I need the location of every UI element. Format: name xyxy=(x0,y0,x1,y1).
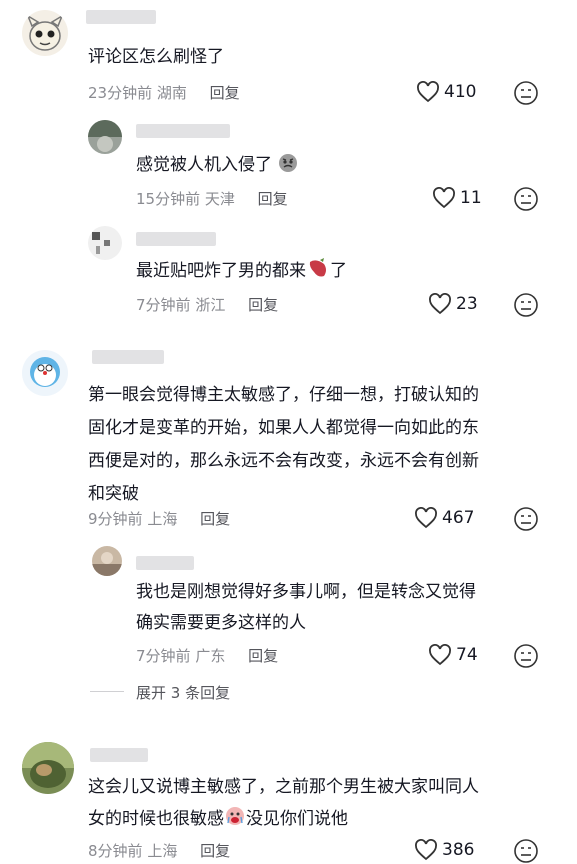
comment-meta: 23分钟前 湖南 回复 xyxy=(88,82,240,103)
crying-face-emoji-icon xyxy=(226,807,244,825)
like-count: 23 xyxy=(456,294,478,314)
comment-time: 8分钟前 xyxy=(88,842,143,860)
expand-replies-button[interactable]: 展开 3 条回复 xyxy=(136,682,230,703)
sweet-potato-emoji-icon xyxy=(309,258,326,277)
comment-location: 湖南 xyxy=(156,84,187,102)
like-count: 386 xyxy=(442,840,475,860)
dislike-face-icon[interactable] xyxy=(513,838,539,864)
comment-text: 评论区怎么刷怪了 xyxy=(88,47,224,67)
heart-outline-icon xyxy=(433,187,455,209)
reply-text: 感觉被人机入侵了 xyxy=(136,150,299,181)
reply-text-line: 确实需要更多这样的人 xyxy=(136,613,306,633)
avatar[interactable] xyxy=(22,742,74,794)
reply-time: 7分钟前 xyxy=(136,296,191,314)
reply-location: 浙江 xyxy=(195,296,226,314)
reply-meta: 7分钟前 广东 回复 xyxy=(136,645,278,666)
reply-button[interactable]: 回复 xyxy=(200,510,230,528)
comment-text-line: 固化才是变革的开始，如果人人都觉得一向如此的东 xyxy=(88,418,479,438)
reply-time: 7分钟前 xyxy=(136,647,191,665)
dislike-face-icon[interactable] xyxy=(513,643,539,669)
reply-meta: 7分钟前 浙江 回复 xyxy=(136,294,278,315)
like-button[interactable]: 23 xyxy=(428,293,478,315)
reply-button[interactable]: 回复 xyxy=(258,190,288,208)
avatar[interactable] xyxy=(22,10,68,56)
reply-text-line: 我也是刚想觉得好多事儿啊，但是转念又觉得 xyxy=(136,582,476,602)
comment-text-line: 和突破 xyxy=(88,484,139,504)
blurred-username[interactable] xyxy=(90,748,148,762)
blurred-username[interactable] xyxy=(136,232,216,246)
like-count: 11 xyxy=(460,188,482,208)
comment-text-line: 女的时候也很敏感 没见你们说他 xyxy=(88,804,348,835)
reply-location: 广东 xyxy=(195,647,226,665)
like-button[interactable]: 386 xyxy=(414,839,474,861)
avatar[interactable] xyxy=(22,350,68,396)
dislike-face-icon[interactable] xyxy=(513,186,539,212)
blurred-username[interactable] xyxy=(86,10,156,24)
comment-time: 23分钟前 xyxy=(88,84,153,102)
reply-button[interactable]: 回复 xyxy=(200,842,230,860)
avatar[interactable] xyxy=(88,120,122,154)
reply-text: 最近贴吧炸了男的都来了 xyxy=(136,256,347,287)
heart-outline-icon xyxy=(417,81,439,103)
reply-button[interactable]: 回复 xyxy=(210,84,240,102)
like-count: 410 xyxy=(444,82,477,102)
like-button[interactable]: 11 xyxy=(432,187,482,209)
reply-meta: 15分钟前 天津 回复 xyxy=(136,188,288,209)
heart-outline-icon xyxy=(415,507,437,529)
comment-location: 上海 xyxy=(147,842,178,860)
like-count: 467 xyxy=(442,508,475,528)
comment-meta: 8分钟前 上海 回复 xyxy=(88,840,230,861)
dislike-face-icon[interactable] xyxy=(513,292,539,318)
heart-outline-icon xyxy=(415,839,437,861)
comment-text-line: 西便是对的，那么永远不会有改变，永远不会有创新 xyxy=(88,451,479,471)
heart-outline-icon xyxy=(429,293,451,315)
blurred-username[interactable] xyxy=(92,350,164,364)
like-button[interactable]: 74 xyxy=(428,644,478,666)
avatar[interactable] xyxy=(92,546,122,576)
comment-location: 上海 xyxy=(147,510,178,528)
reply-button[interactable]: 回复 xyxy=(248,647,278,665)
dislike-face-icon[interactable] xyxy=(513,506,539,532)
reply-button[interactable]: 回复 xyxy=(248,296,278,314)
angry-face-emoji-icon xyxy=(279,154,298,172)
reply-time: 15分钟前 xyxy=(136,190,201,208)
comment-text-line: 第一眼会觉得博主太敏感了，仔细一想，打破认知的 xyxy=(88,385,479,405)
avatar[interactable] xyxy=(88,226,122,260)
reply-location: 天津 xyxy=(204,190,235,208)
like-button[interactable]: 410 xyxy=(416,81,476,103)
heart-outline-icon xyxy=(429,644,451,666)
comment-meta: 9分钟前 上海 回复 xyxy=(88,508,230,529)
comment-text-line: 这会儿又说博主敏感了，之前那个男生被大家叫同人 xyxy=(88,777,479,797)
blurred-username[interactable] xyxy=(136,124,230,138)
comment-time: 9分钟前 xyxy=(88,510,143,528)
blurred-username[interactable] xyxy=(136,556,194,570)
like-button[interactable]: 467 xyxy=(414,507,474,529)
like-count: 74 xyxy=(456,645,478,665)
dislike-face-icon[interactable] xyxy=(513,80,539,106)
expand-divider xyxy=(90,691,124,692)
